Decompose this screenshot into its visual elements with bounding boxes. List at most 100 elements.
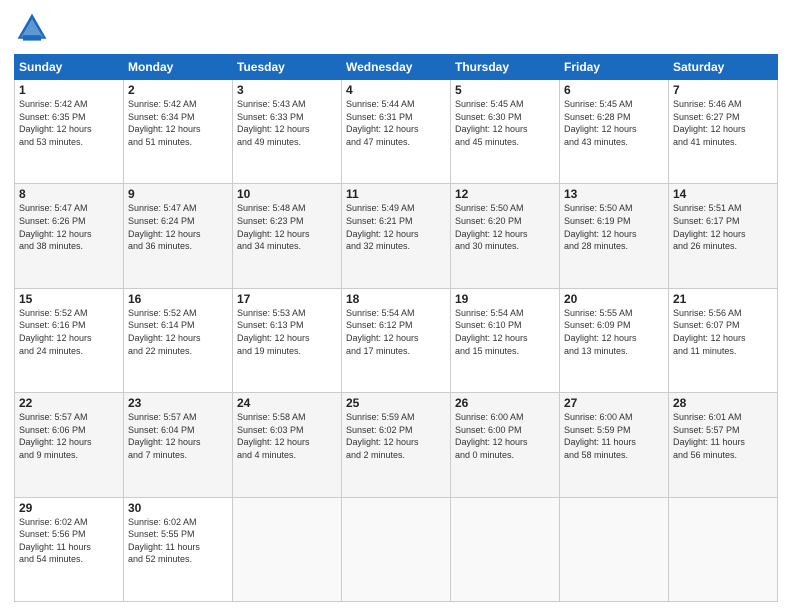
day-number: 29 [19,501,119,515]
calendar-day-cell: 28Sunrise: 6:01 AM Sunset: 5:57 PM Dayli… [669,393,778,497]
day-info: Sunrise: 5:49 AM Sunset: 6:21 PM Dayligh… [346,202,446,252]
day-info: Sunrise: 5:53 AM Sunset: 6:13 PM Dayligh… [237,307,337,357]
calendar-day-cell: 20Sunrise: 5:55 AM Sunset: 6:09 PM Dayli… [560,288,669,392]
calendar-day-cell [669,497,778,601]
calendar-day-cell: 26Sunrise: 6:00 AM Sunset: 6:00 PM Dayli… [451,393,560,497]
day-info: Sunrise: 5:42 AM Sunset: 6:35 PM Dayligh… [19,98,119,148]
day-number: 21 [673,292,773,306]
calendar-day-cell [342,497,451,601]
day-number: 4 [346,83,446,97]
day-number: 27 [564,396,664,410]
day-number: 20 [564,292,664,306]
calendar-day-cell: 9Sunrise: 5:47 AM Sunset: 6:24 PM Daylig… [124,184,233,288]
day-info: Sunrise: 5:45 AM Sunset: 6:28 PM Dayligh… [564,98,664,148]
day-info: Sunrise: 5:47 AM Sunset: 6:26 PM Dayligh… [19,202,119,252]
calendar-day-cell: 12Sunrise: 5:50 AM Sunset: 6:20 PM Dayli… [451,184,560,288]
day-number: 3 [237,83,337,97]
day-number: 11 [346,187,446,201]
calendar-week-row: 1Sunrise: 5:42 AM Sunset: 6:35 PM Daylig… [15,80,778,184]
day-info: Sunrise: 5:57 AM Sunset: 6:06 PM Dayligh… [19,411,119,461]
logo-icon [14,10,50,46]
col-wednesday: Wednesday [342,55,451,80]
day-number: 22 [19,396,119,410]
day-info: Sunrise: 6:00 AM Sunset: 5:59 PM Dayligh… [564,411,664,461]
calendar-day-cell: 25Sunrise: 5:59 AM Sunset: 6:02 PM Dayli… [342,393,451,497]
calendar-day-cell: 10Sunrise: 5:48 AM Sunset: 6:23 PM Dayli… [233,184,342,288]
day-number: 23 [128,396,228,410]
day-number: 13 [564,187,664,201]
calendar-day-cell: 15Sunrise: 5:52 AM Sunset: 6:16 PM Dayli… [15,288,124,392]
day-info: Sunrise: 5:52 AM Sunset: 6:14 PM Dayligh… [128,307,228,357]
day-number: 24 [237,396,337,410]
calendar-day-cell: 8Sunrise: 5:47 AM Sunset: 6:26 PM Daylig… [15,184,124,288]
day-number: 5 [455,83,555,97]
day-number: 14 [673,187,773,201]
calendar-day-cell: 17Sunrise: 5:53 AM Sunset: 6:13 PM Dayli… [233,288,342,392]
calendar-day-cell: 23Sunrise: 5:57 AM Sunset: 6:04 PM Dayli… [124,393,233,497]
calendar-day-cell: 30Sunrise: 6:02 AM Sunset: 5:55 PM Dayli… [124,497,233,601]
day-info: Sunrise: 5:44 AM Sunset: 6:31 PM Dayligh… [346,98,446,148]
day-info: Sunrise: 5:57 AM Sunset: 6:04 PM Dayligh… [128,411,228,461]
calendar-day-cell: 2Sunrise: 5:42 AM Sunset: 6:34 PM Daylig… [124,80,233,184]
day-info: Sunrise: 5:45 AM Sunset: 6:30 PM Dayligh… [455,98,555,148]
calendar-day-cell: 16Sunrise: 5:52 AM Sunset: 6:14 PM Dayli… [124,288,233,392]
day-number: 7 [673,83,773,97]
logo [14,10,52,46]
day-number: 19 [455,292,555,306]
calendar-day-cell: 24Sunrise: 5:58 AM Sunset: 6:03 PM Dayli… [233,393,342,497]
calendar-day-cell: 5Sunrise: 5:45 AM Sunset: 6:30 PM Daylig… [451,80,560,184]
calendar-day-cell: 29Sunrise: 6:02 AM Sunset: 5:56 PM Dayli… [15,497,124,601]
day-number: 30 [128,501,228,515]
calendar-day-cell: 13Sunrise: 5:50 AM Sunset: 6:19 PM Dayli… [560,184,669,288]
calendar-day-cell: 27Sunrise: 6:00 AM Sunset: 5:59 PM Dayli… [560,393,669,497]
col-thursday: Thursday [451,55,560,80]
day-number: 16 [128,292,228,306]
calendar-day-cell: 3Sunrise: 5:43 AM Sunset: 6:33 PM Daylig… [233,80,342,184]
calendar-day-cell: 11Sunrise: 5:49 AM Sunset: 6:21 PM Dayli… [342,184,451,288]
col-sunday: Sunday [15,55,124,80]
day-info: Sunrise: 6:00 AM Sunset: 6:00 PM Dayligh… [455,411,555,461]
day-info: Sunrise: 5:54 AM Sunset: 6:10 PM Dayligh… [455,307,555,357]
calendar-day-cell [560,497,669,601]
day-info: Sunrise: 6:01 AM Sunset: 5:57 PM Dayligh… [673,411,773,461]
main-container: Sunday Monday Tuesday Wednesday Thursday… [0,0,792,612]
calendar-day-cell: 14Sunrise: 5:51 AM Sunset: 6:17 PM Dayli… [669,184,778,288]
day-info: Sunrise: 6:02 AM Sunset: 5:55 PM Dayligh… [128,516,228,566]
day-info: Sunrise: 5:50 AM Sunset: 6:19 PM Dayligh… [564,202,664,252]
calendar-week-row: 22Sunrise: 5:57 AM Sunset: 6:06 PM Dayli… [15,393,778,497]
day-number: 9 [128,187,228,201]
day-info: Sunrise: 5:48 AM Sunset: 6:23 PM Dayligh… [237,202,337,252]
day-info: Sunrise: 5:46 AM Sunset: 6:27 PM Dayligh… [673,98,773,148]
header [14,10,778,46]
day-number: 18 [346,292,446,306]
calendar-day-cell: 1Sunrise: 5:42 AM Sunset: 6:35 PM Daylig… [15,80,124,184]
day-info: Sunrise: 5:54 AM Sunset: 6:12 PM Dayligh… [346,307,446,357]
day-info: Sunrise: 5:47 AM Sunset: 6:24 PM Dayligh… [128,202,228,252]
calendar-day-cell: 4Sunrise: 5:44 AM Sunset: 6:31 PM Daylig… [342,80,451,184]
calendar-day-cell: 7Sunrise: 5:46 AM Sunset: 6:27 PM Daylig… [669,80,778,184]
calendar-day-cell: 19Sunrise: 5:54 AM Sunset: 6:10 PM Dayli… [451,288,560,392]
col-monday: Monday [124,55,233,80]
day-info: Sunrise: 5:58 AM Sunset: 6:03 PM Dayligh… [237,411,337,461]
calendar-week-row: 29Sunrise: 6:02 AM Sunset: 5:56 PM Dayli… [15,497,778,601]
day-number: 8 [19,187,119,201]
col-saturday: Saturday [669,55,778,80]
calendar-week-row: 8Sunrise: 5:47 AM Sunset: 6:26 PM Daylig… [15,184,778,288]
day-number: 25 [346,396,446,410]
day-number: 17 [237,292,337,306]
col-tuesday: Tuesday [233,55,342,80]
day-info: Sunrise: 5:52 AM Sunset: 6:16 PM Dayligh… [19,307,119,357]
day-info: Sunrise: 5:51 AM Sunset: 6:17 PM Dayligh… [673,202,773,252]
day-info: Sunrise: 5:55 AM Sunset: 6:09 PM Dayligh… [564,307,664,357]
day-number: 12 [455,187,555,201]
day-info: Sunrise: 5:43 AM Sunset: 6:33 PM Dayligh… [237,98,337,148]
day-number: 2 [128,83,228,97]
calendar-header-row: Sunday Monday Tuesday Wednesday Thursday… [15,55,778,80]
calendar-week-row: 15Sunrise: 5:52 AM Sunset: 6:16 PM Dayli… [15,288,778,392]
day-number: 28 [673,396,773,410]
calendar-day-cell [233,497,342,601]
day-info: Sunrise: 5:50 AM Sunset: 6:20 PM Dayligh… [455,202,555,252]
day-number: 26 [455,396,555,410]
calendar-day-cell: 21Sunrise: 5:56 AM Sunset: 6:07 PM Dayli… [669,288,778,392]
day-number: 6 [564,83,664,97]
